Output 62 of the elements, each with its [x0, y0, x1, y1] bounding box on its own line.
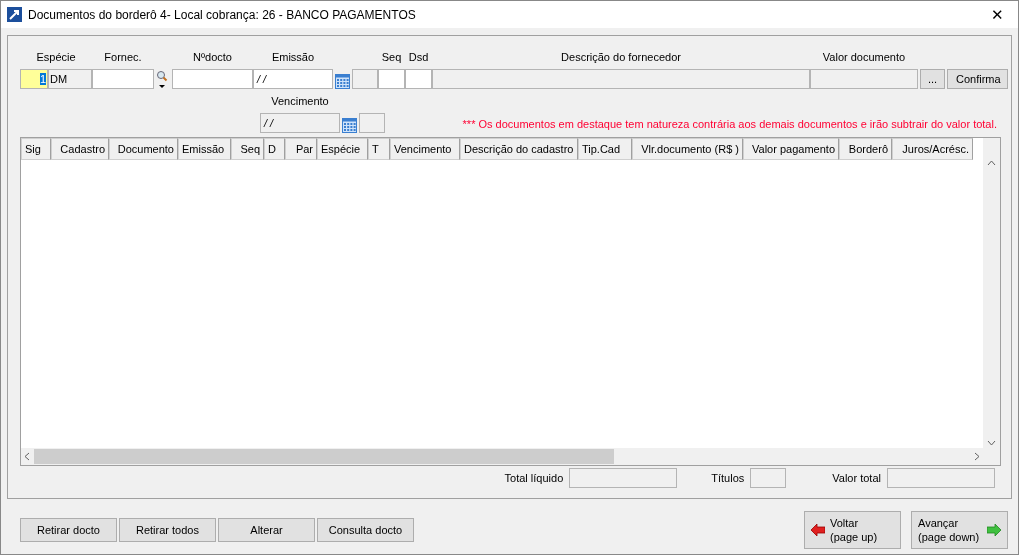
column-header[interactable]: D — [264, 138, 285, 160]
right-arrow-icon — [987, 524, 1001, 536]
total-label: Total líquido — [504, 472, 564, 484]
left-arrow-icon — [811, 524, 825, 536]
scroll-up-icon[interactable] — [987, 160, 996, 166]
close-button[interactable]: ✕ — [982, 5, 1012, 24]
especie-code-field[interactable]: 1 — [20, 69, 48, 89]
column-header[interactable]: T — [368, 138, 390, 160]
field-label: Vencimento — [271, 94, 329, 109]
scrollbar-thumb[interactable] — [34, 449, 614, 464]
field-label: Emissão — [271, 50, 315, 65]
action-button[interactable]: Alterar — [218, 518, 315, 542]
warning-note: *** Os documentos em destaque tem natureza contrária aos demais documentos e irão subtrair do valor total. — [462, 118, 997, 130]
calendar-icon[interactable] — [342, 117, 357, 133]
back-button[interactable]: Voltar (page up) — [804, 511, 901, 549]
field-label: Seq — [381, 50, 402, 65]
action-button[interactable]: Retirar todos — [119, 518, 216, 542]
dsd-field[interactable] — [405, 69, 432, 89]
action-button[interactable]: Retirar docto — [20, 518, 117, 542]
scroll-down-icon[interactable] — [987, 440, 996, 446]
field-label: Nºdocto — [193, 50, 232, 65]
column-header[interactable]: Vencimento — [390, 138, 460, 160]
forward-button[interactable]: Avançar (page down) — [911, 511, 1008, 549]
search-icon[interactable] — [156, 69, 168, 89]
field-label: Fornec. — [104, 50, 142, 65]
column-header[interactable]: Seq — [231, 138, 264, 160]
column-header[interactable]: Emissão — [178, 138, 231, 160]
total-label: Valor total — [832, 472, 881, 484]
vertical-scrollbar[interactable] — [983, 138, 1000, 448]
scroll-right-icon[interactable] — [974, 452, 980, 461]
fornec-field[interactable] — [92, 69, 154, 89]
column-header[interactable]: Vlr.documento (R$ ) — [632, 138, 743, 160]
titulos-field — [750, 468, 787, 488]
seq-field[interactable] — [378, 69, 405, 89]
scroll-left-icon[interactable] — [24, 452, 30, 461]
field-label: Dsd — [408, 50, 429, 65]
column-header[interactable]: Tip.Cad — [578, 138, 632, 160]
column-header[interactable]: Juros/Acrésc. — [892, 138, 973, 160]
column-header[interactable]: Valor pagamento — [743, 138, 839, 160]
column-header[interactable]: Espécie — [317, 138, 368, 160]
vencimento-field[interactable]: / / — [260, 113, 340, 133]
app-icon — [7, 7, 22, 22]
column-header[interactable]: Documento — [109, 138, 178, 160]
column-header[interactable]: Cadastro — [51, 138, 109, 160]
especie-type-field: DM — [48, 69, 92, 89]
field-label: Descrição do fornecedor — [561, 50, 681, 65]
field-label: Valor documento — [822, 50, 906, 65]
window-title: Documentos do borderô 4- Local cobrança: 26 - BANCO PAGAMENTOS — [28, 7, 417, 22]
empty-field — [359, 113, 385, 133]
confirm-button[interactable]: Confirma — [947, 69, 1008, 89]
field-label: Espécie — [36, 50, 76, 65]
more-button[interactable]: ... — [920, 69, 945, 89]
horizontal-scrollbar[interactable] — [21, 448, 983, 465]
column-header[interactable]: Par — [285, 138, 317, 160]
column-header[interactable]: Borderô — [839, 138, 892, 160]
action-button[interactable]: Consulta docto — [317, 518, 414, 542]
calendar-icon[interactable] — [335, 73, 350, 89]
column-header[interactable]: Descrição do cadastro — [460, 138, 578, 160]
column-header[interactable]: Sig — [21, 138, 51, 160]
emissao-field[interactable]: / / — [253, 69, 333, 89]
nrdocto-field[interactable] — [172, 69, 253, 89]
total-label: Títulos — [711, 472, 745, 484]
